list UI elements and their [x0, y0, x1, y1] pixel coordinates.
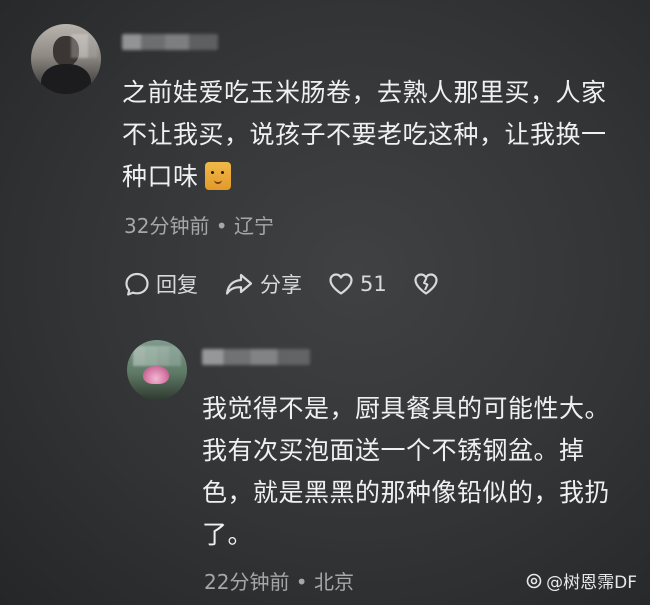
- avatar-flower: [143, 366, 169, 384]
- share-icon: [224, 271, 254, 297]
- comment-line: 不让我买，说孩子不要老吃这种，让我换一: [122, 120, 607, 149]
- comment-line: 之前娃爱吃玉米肠卷，去熟人那里买，人家: [122, 78, 607, 107]
- reply-label: 回复: [156, 273, 198, 297]
- comment-meta: 32分钟前 • 辽宁: [124, 214, 274, 238]
- comment-line: 我有次买泡面送一个不锈钢盆。掉: [202, 436, 585, 465]
- avatar-shirt: [41, 64, 91, 94]
- avatar[interactable]: [31, 24, 101, 94]
- reply-comment-meta: 22分钟前 • 北京: [204, 570, 354, 594]
- avatar-mosaic: [133, 346, 181, 366]
- heart-icon: [328, 272, 354, 296]
- reply-username-redacted[interactable]: [202, 349, 310, 365]
- reply-icon: [124, 271, 150, 297]
- share-button[interactable]: 分享: [224, 269, 302, 299]
- share-label: 分享: [260, 273, 302, 297]
- username-redacted[interactable]: [122, 34, 218, 50]
- comment-item: 之前娃爱吃玉米肠卷，去熟人那里买，人家 不让我买，说孩子不要老吃这种，让我换一 …: [0, 0, 650, 320]
- comment-text: 之前娃爱吃玉米肠卷，去熟人那里买，人家 不让我买，说孩子不要老吃这种，让我换一 …: [122, 72, 622, 198]
- dislike-button[interactable]: [413, 272, 439, 296]
- reply-avatar[interactable]: [127, 340, 187, 400]
- like-count: 51: [360, 272, 387, 296]
- cat-face-emoji: [204, 162, 231, 190]
- like-button[interactable]: 51: [328, 272, 387, 296]
- watermark-text: @树恩霈DF: [546, 573, 637, 593]
- comment-line-last: 种口味: [122, 156, 622, 198]
- avatar-mosaic: [71, 34, 97, 58]
- comment-line: 我觉得不是，厨具餐具的可能性大。: [202, 394, 611, 423]
- reply-button[interactable]: 回复: [124, 269, 198, 299]
- reply-comment-text: 我觉得不是，厨具餐具的可能性大。 我有次买泡面送一个不锈钢盆。掉 色，就是黑黑的…: [202, 388, 622, 556]
- watermark: @树恩霈DF: [526, 568, 637, 593]
- at-icon: [526, 573, 542, 589]
- comment-line-text: 种口味: [122, 162, 199, 191]
- comment-line: 色，就是黑黑的那种像铅似的，我扔: [202, 478, 611, 507]
- broken-heart-icon: [413, 272, 439, 296]
- comment-line: 了。: [202, 520, 254, 549]
- comment-actions: 回复 分享 51: [124, 268, 465, 300]
